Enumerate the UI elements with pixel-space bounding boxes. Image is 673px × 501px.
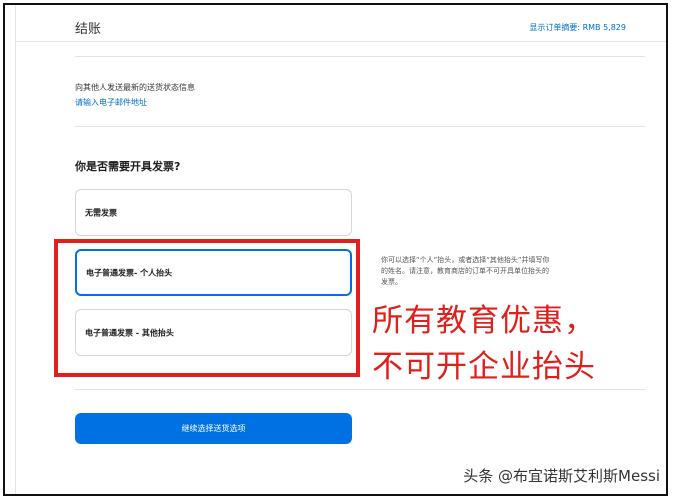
option-label: 电子普通发票- 个人抬头 (86, 268, 173, 277)
continue-button[interactable]: 继续选择送货选项 (75, 413, 352, 444)
option-label: 无需发票 (85, 208, 117, 217)
email-input-link[interactable]: 请输入电子邮件地址 (75, 97, 147, 108)
page-title: 结账 (75, 22, 102, 37)
annotation-line-2: 不可开企业抬头 (372, 349, 596, 385)
invoice-option-other[interactable]: 电子普通发票 - 其他抬头 (75, 309, 352, 356)
screenshot-frame: 结账 显示订单摘要: RMB 5,829 向其他人发送最新的送货状态信息 请输入… (3, 3, 668, 496)
invoice-hint: 你可以选择“个人”抬头，或者选择“其他抬头”并填写你的姓名。请注意，教育商店的订… (381, 256, 550, 286)
annotation-line-1: 所有教育优惠， (372, 303, 596, 339)
divider (75, 56, 645, 57)
watermark: 头条 @布宜诺斯艾利斯Messi (463, 467, 660, 485)
invoice-heading: 你是否需要开具发票? (75, 160, 181, 173)
notification-text: 向其他人发送最新的送货状态信息 (75, 83, 195, 92)
divider (75, 126, 645, 127)
invoice-option-none[interactable]: 无需发票 (75, 189, 352, 236)
invoice-option-personal[interactable]: 电子普通发票- 个人抬头 (75, 249, 352, 296)
order-summary-link[interactable]: 显示订单摘要: RMB 5,829 (529, 22, 626, 33)
option-label: 电子普通发票 - 其他抬头 (85, 328, 174, 337)
divider (75, 389, 645, 390)
